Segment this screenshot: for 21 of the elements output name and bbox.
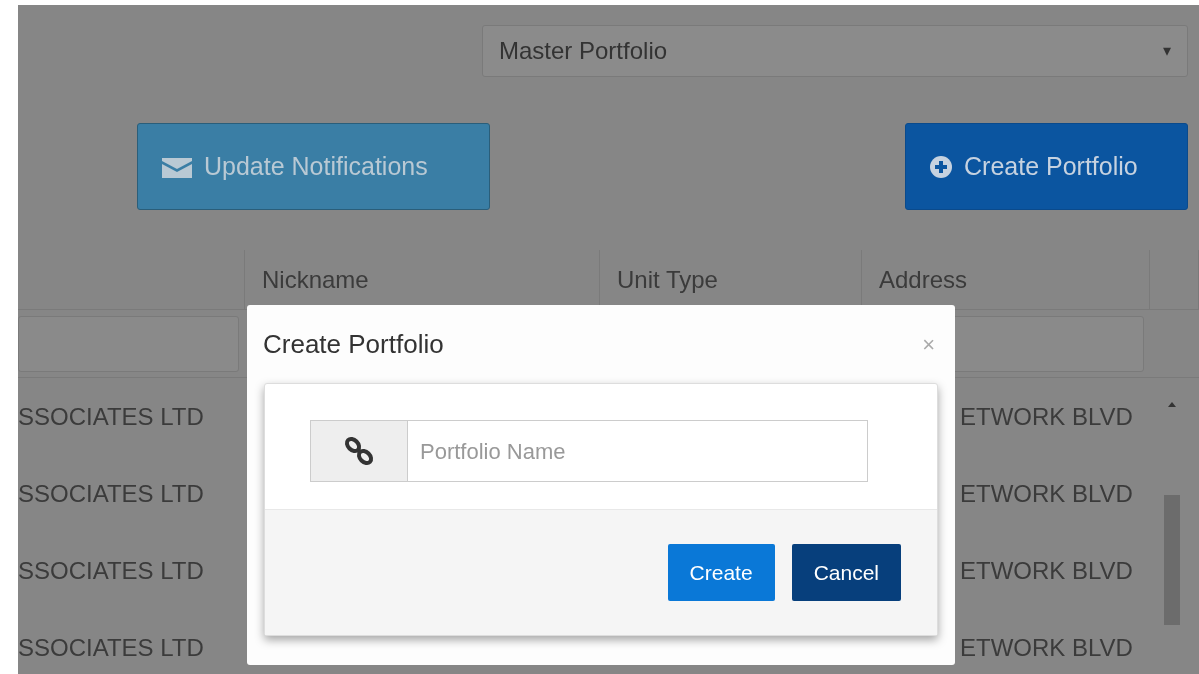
caret-icon: ▾ (1163, 39, 1171, 63)
create-button[interactable]: Create Portfolio (905, 123, 1188, 210)
close-button[interactable]: × (922, 327, 935, 361)
portfolio-select[interactable]: Master Portfolio ▾ (482, 25, 1188, 77)
table-cell-text: SSOCIATES LTD (18, 478, 205, 509)
cancel-button[interactable]: Cancel (791, 544, 901, 601)
table-cell-text: SSOCIATES LTD (18, 555, 205, 586)
table-cell-text: ETWORK BLVD (960, 401, 1133, 432)
create-button[interactable]: Create (667, 544, 775, 601)
modal-title: Create Portfolio (263, 327, 444, 361)
table-cell-text: ETWORK BLVD (960, 478, 1133, 509)
table-cell-text: SSOCIATES LTD (18, 401, 205, 432)
table-cell-text: SSOCIATES LTD (18, 632, 205, 663)
envelope-icon (162, 155, 192, 178)
portfolio-name-field[interactable]: Portfolio Name (408, 420, 868, 482)
notifications-button[interactable]: Update Notifications (137, 123, 490, 210)
table-cell-text: ETWORK BLVD (960, 632, 1133, 663)
table-cell-text: ETWORK BLVD (960, 555, 1133, 586)
filter-field[interactable] (18, 315, 239, 372)
link-icon (344, 436, 374, 466)
plus-circle-icon (930, 155, 952, 178)
